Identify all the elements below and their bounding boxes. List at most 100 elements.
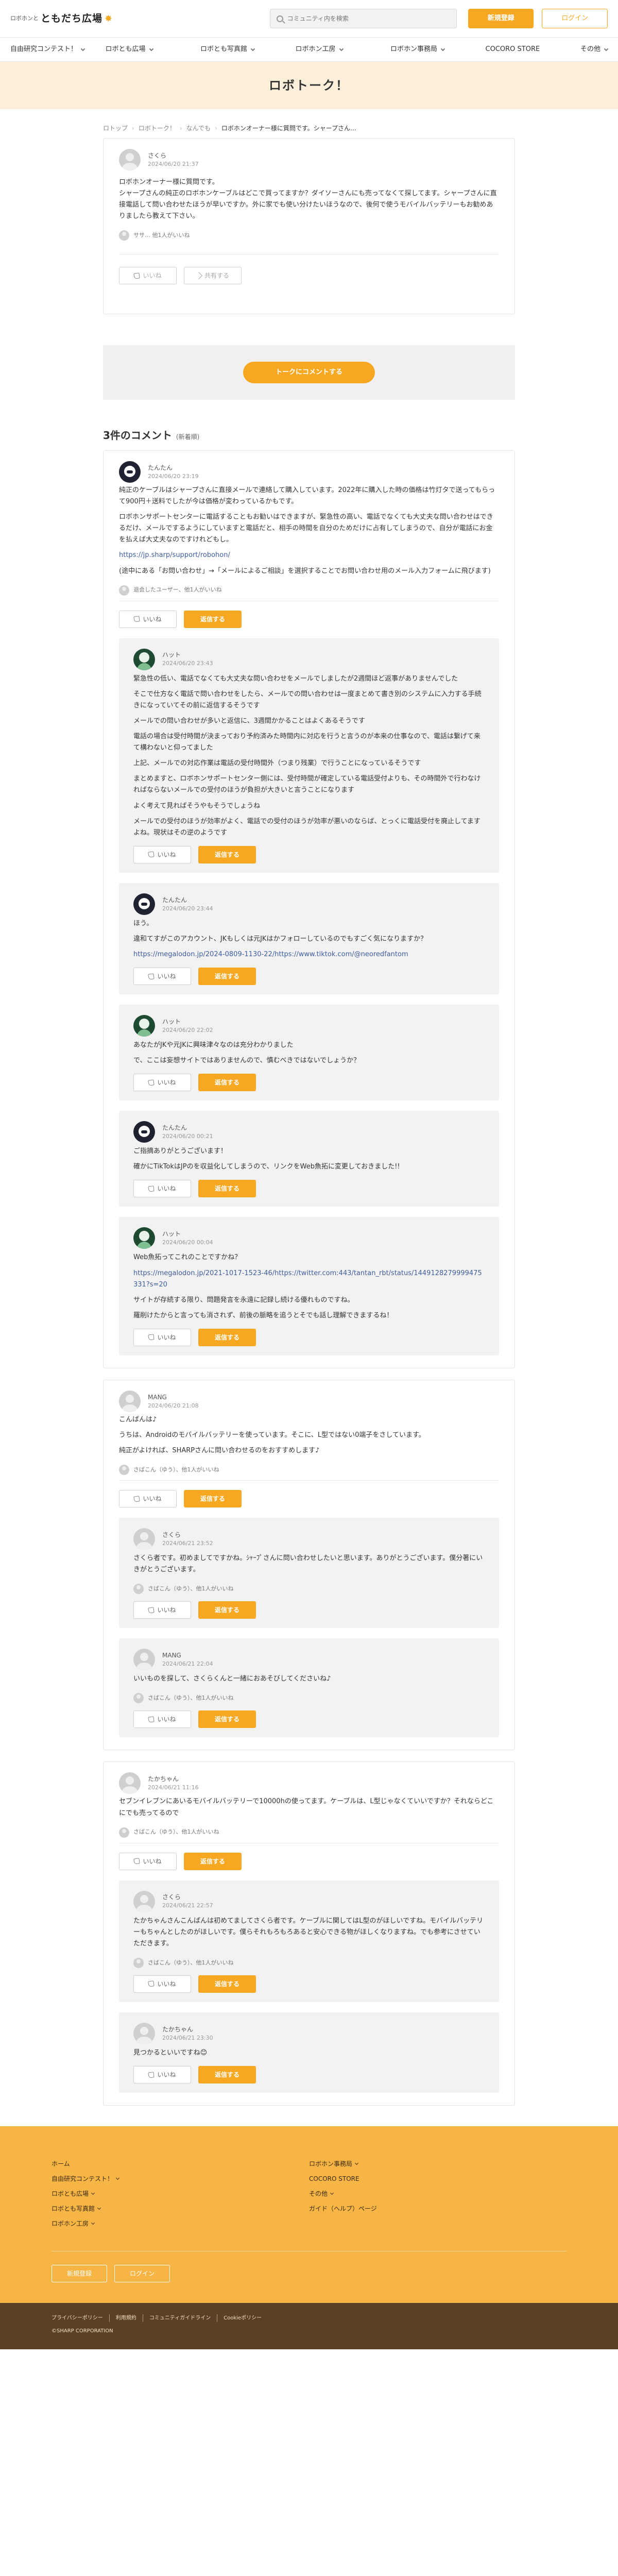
nav-item[interactable]: ロボホン事務局 <box>390 44 486 55</box>
reply-button[interactable]: 返信する <box>198 845 256 863</box>
avatar[interactable] <box>133 1227 155 1249</box>
comment-link[interactable]: https://jp.sharp/support/robohon/ <box>119 550 499 561</box>
comment-author-name[interactable]: たんたん <box>148 463 199 472</box>
like-button[interactable]: いいね <box>119 267 177 285</box>
reply-button[interactable]: 返信する <box>198 2066 256 2084</box>
like-button[interactable]: いいね <box>119 1490 177 1508</box>
breadcrumb-category[interactable]: なんでも <box>186 124 211 133</box>
like-button[interactable]: いいね <box>133 1328 191 1346</box>
like-button[interactable]: いいね <box>133 2066 191 2084</box>
comment-likers[interactable]: さばこん（ゆう）、他1人がいいね <box>119 1465 499 1476</box>
avatar[interactable] <box>133 2022 155 2044</box>
comment-actions: いいね 返信する <box>133 1710 485 1728</box>
avatar[interactable] <box>119 1390 141 1412</box>
comment-author-name[interactable]: MANG <box>162 1651 213 1660</box>
comment-link[interactable]: https://megalodon.jp/2024-0809-1130-22/h… <box>133 949 485 960</box>
footer-link[interactable]: COCORO STORE <box>309 2174 566 2183</box>
reply-button[interactable]: 返信する <box>198 968 256 986</box>
like-button[interactable]: いいね <box>133 1601 191 1619</box>
footer-link[interactable]: ロボとも写真館 <box>52 2204 309 2213</box>
nav-item[interactable]: その他 <box>580 44 609 55</box>
site-logo[interactable]: ロボホンと ともだち広場 ✸ <box>10 11 177 26</box>
reply-button[interactable]: 返信する <box>198 1180 256 1198</box>
footer-link[interactable]: ガイド（ヘルプ）ページ <box>309 2204 566 2213</box>
reply-button[interactable]: 返信する <box>198 1328 256 1346</box>
footer-register-button[interactable]: 新規登録 <box>52 2265 107 2283</box>
comment-cta-area: トークにコメントする <box>103 345 515 400</box>
reply-button[interactable]: 返信する <box>184 1490 242 1508</box>
footer-link[interactable]: ロボホン事務局 <box>309 2159 566 2168</box>
reply-button[interactable]: 返信する <box>198 1710 256 1728</box>
footer-link[interactable]: ロボホン工房 <box>52 2219 309 2228</box>
breadcrumb-robotalk[interactable]: ロボトーク！ <box>139 124 176 133</box>
comment-author-name[interactable]: さくら <box>162 1530 213 1539</box>
avatar[interactable] <box>119 461 141 483</box>
avatar[interactable] <box>133 1015 155 1037</box>
comment-likers[interactable]: さばこん（ゆう）、他1人がいいね <box>119 1827 499 1838</box>
comment-date: 2024/06/21 22:04 <box>162 1660 213 1668</box>
breadcrumb-home[interactable]: ロトップ <box>103 124 128 133</box>
like-button[interactable]: いいね <box>133 968 191 986</box>
comment-likers[interactable]: さばこん（ゆう）、他1人がいいね <box>133 1584 485 1595</box>
avatar[interactable] <box>133 1649 155 1671</box>
like-button[interactable]: いいね <box>119 610 177 628</box>
like-button[interactable]: いいね <box>133 1180 191 1198</box>
thumbs-up-icon <box>148 851 155 858</box>
nav-item[interactable]: ロボとも写真館 <box>200 44 296 55</box>
comment-author-name[interactable]: ハット <box>162 650 213 659</box>
reply-button[interactable]: 返信する <box>198 1074 256 1092</box>
nav-item[interactable]: ロボホン工房 <box>296 44 391 55</box>
footer-login-button[interactable]: ログイン <box>114 2265 170 2283</box>
nav-item[interactable]: 自由研究コンテスト！ <box>10 44 106 55</box>
community-guideline-link[interactable]: コミュニティガイドライン <box>142 2314 217 2323</box>
add-comment-button[interactable]: トークにコメントする <box>243 362 375 383</box>
comment-link[interactable]: https://megalodon.jp/2021-1017-1523-46/h… <box>133 1268 485 1291</box>
register-button[interactable]: 新規登録 <box>468 9 534 28</box>
nav-item-label: ロボホン工房 <box>295 45 336 54</box>
comment-author-name[interactable]: たかちゃん <box>148 1774 199 1784</box>
like-button[interactable]: いいね <box>133 1710 191 1728</box>
share-button[interactable]: 共有する <box>184 267 242 285</box>
post-author-name[interactable]: さくら <box>148 151 199 160</box>
footer-link[interactable]: ロボとも広場 <box>52 2189 309 2198</box>
nav-item[interactable]: COCORO STORE <box>486 44 581 55</box>
reply-button[interactable]: 返信する <box>184 610 242 628</box>
footer-link[interactable]: 自由研究コンテスト！ <box>52 2174 309 2183</box>
like-button[interactable]: いいね <box>119 1852 177 1870</box>
comment-author-name[interactable]: MANG <box>148 1393 199 1402</box>
search-icon[interactable] <box>276 15 283 22</box>
reply-button[interactable]: 返信する <box>198 1975 256 1993</box>
terms-link[interactable]: 利用規約 <box>109 2314 143 2323</box>
like-button[interactable]: いいね <box>133 845 191 863</box>
like-button[interactable]: いいね <box>133 1074 191 1092</box>
comment-author-name[interactable]: たかちゃん <box>162 2025 213 2034</box>
comment-author-name[interactable]: ハット <box>162 1229 213 1239</box>
avatar[interactable] <box>119 1772 141 1794</box>
thumbs-up-icon <box>133 1495 141 1502</box>
comment-author-name[interactable]: さくら <box>162 1892 213 1902</box>
comment-author-name[interactable]: たんたん <box>162 895 213 905</box>
comment-likers[interactable]: さばこん（ゆう）、他1人がいいね <box>133 1693 485 1704</box>
comment-author-name[interactable]: たんたん <box>162 1123 213 1132</box>
footer-link[interactable]: その他 <box>309 2189 566 2198</box>
post-likers[interactable]: ササ… 他1人がいいね <box>119 230 499 241</box>
comment-likers[interactable]: さばこん（ゆう）、他1人がいいね <box>133 1957 485 1968</box>
nav-item[interactable]: ロボとも広場 <box>106 44 201 55</box>
avatar[interactable] <box>133 1121 155 1143</box>
like-button[interactable]: いいね <box>133 1975 191 1993</box>
avatar[interactable] <box>133 1528 155 1550</box>
cookie-policy-link[interactable]: Cookieポリシー <box>217 2314 268 2323</box>
comment-likers[interactable]: 退会したユーザー、他1人がいいね <box>119 585 499 596</box>
avatar[interactable] <box>133 893 155 915</box>
privacy-policy-link[interactable]: プライバシーポリシー <box>52 2314 109 2322</box>
avatar[interactable] <box>133 648 155 670</box>
footer-link[interactable]: ホーム <box>52 2159 309 2168</box>
reply-button[interactable]: 返信する <box>198 1601 256 1619</box>
login-button[interactable]: ログイン <box>542 9 608 28</box>
search-input[interactable] <box>287 15 450 22</box>
chevron-down-icon <box>115 2176 120 2180</box>
reply-button[interactable]: 返信する <box>184 1852 242 1870</box>
avatar[interactable] <box>119 149 141 171</box>
avatar[interactable] <box>133 1890 155 1912</box>
comment-author-name[interactable]: ハット <box>162 1017 213 1026</box>
